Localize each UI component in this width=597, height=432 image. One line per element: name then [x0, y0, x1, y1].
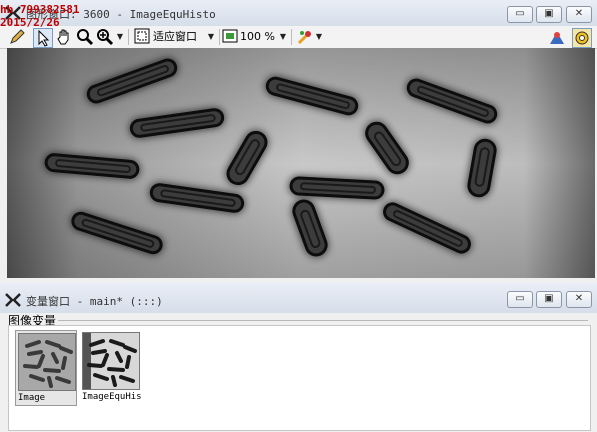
- inspect-icon[interactable]: [548, 28, 566, 46]
- close-button[interactable]: ✕: [566, 291, 592, 308]
- fit-mode-select[interactable]: 适应窗口: [153, 28, 197, 46]
- hand-icon[interactable]: [55, 28, 73, 46]
- pencil-icon[interactable]: [8, 28, 26, 46]
- minimize-button[interactable]: ▭: [507, 291, 533, 308]
- minimize-button[interactable]: ▭: [507, 6, 533, 23]
- variable-name: Image: [18, 393, 46, 403]
- close-button[interactable]: ✕: [566, 6, 592, 23]
- toolbar-separator: [128, 29, 129, 45]
- fit-window-icon: [134, 28, 152, 46]
- variable-window-title: 变量窗口 - main* (:::): [26, 295, 163, 308]
- thumbnail-image: [18, 333, 76, 391]
- graphics-window: 图形窗口: 3600 - ImageEquHisto ▭ ▣ ✕ hb 7993…: [0, 0, 597, 284]
- zoom-level-icon: [222, 28, 240, 46]
- halcon-app-icon: [4, 291, 22, 309]
- chevron-down-icon[interactable]: ▼: [314, 28, 324, 46]
- variable-thumbnail-imageequhis[interactable]: ImageEquHis: [80, 330, 142, 404]
- zoom-select[interactable]: 100 %: [240, 28, 275, 46]
- graphics-window-titlebar[interactable]: 图形窗口: 3600 - ImageEquHisto ▭ ▣ ✕: [0, 0, 597, 26]
- thumbnail-image: [82, 332, 140, 390]
- section-divider: [58, 320, 588, 321]
- restore-button[interactable]: ▣: [536, 291, 562, 308]
- chevron-down-icon[interactable]: ▼: [278, 28, 288, 46]
- zoom-plus-icon[interactable]: [96, 28, 114, 46]
- restore-button[interactable]: ▣: [536, 6, 562, 23]
- image-display[interactable]: [7, 48, 595, 278]
- zoom-icon[interactable]: [76, 28, 94, 46]
- watermark: hb 799382581 2015/2/26: [0, 3, 80, 29]
- chevron-down-icon[interactable]: ▼: [115, 28, 125, 46]
- variable-thumbnail-image[interactable]: Image: [15, 330, 77, 406]
- chevron-down-icon[interactable]: ▼: [206, 28, 216, 46]
- toolbar-separator: [291, 29, 292, 45]
- variable-window-titlebar[interactable]: 变量窗口 - main* (:::) ▭ ▣ ✕: [0, 283, 597, 313]
- variable-name: ImageEquHis: [82, 392, 142, 402]
- toolbar-separator: [219, 29, 220, 45]
- pointer-icon[interactable]: [33, 28, 53, 48]
- toolbar: ▼ 适应窗口 ▼ 100 % ▼ ▼: [0, 26, 597, 49]
- paint-icon[interactable]: [296, 28, 314, 46]
- settings-icon[interactable]: [572, 28, 592, 48]
- image-variables-panel: Image ImageEquHis: [8, 325, 591, 431]
